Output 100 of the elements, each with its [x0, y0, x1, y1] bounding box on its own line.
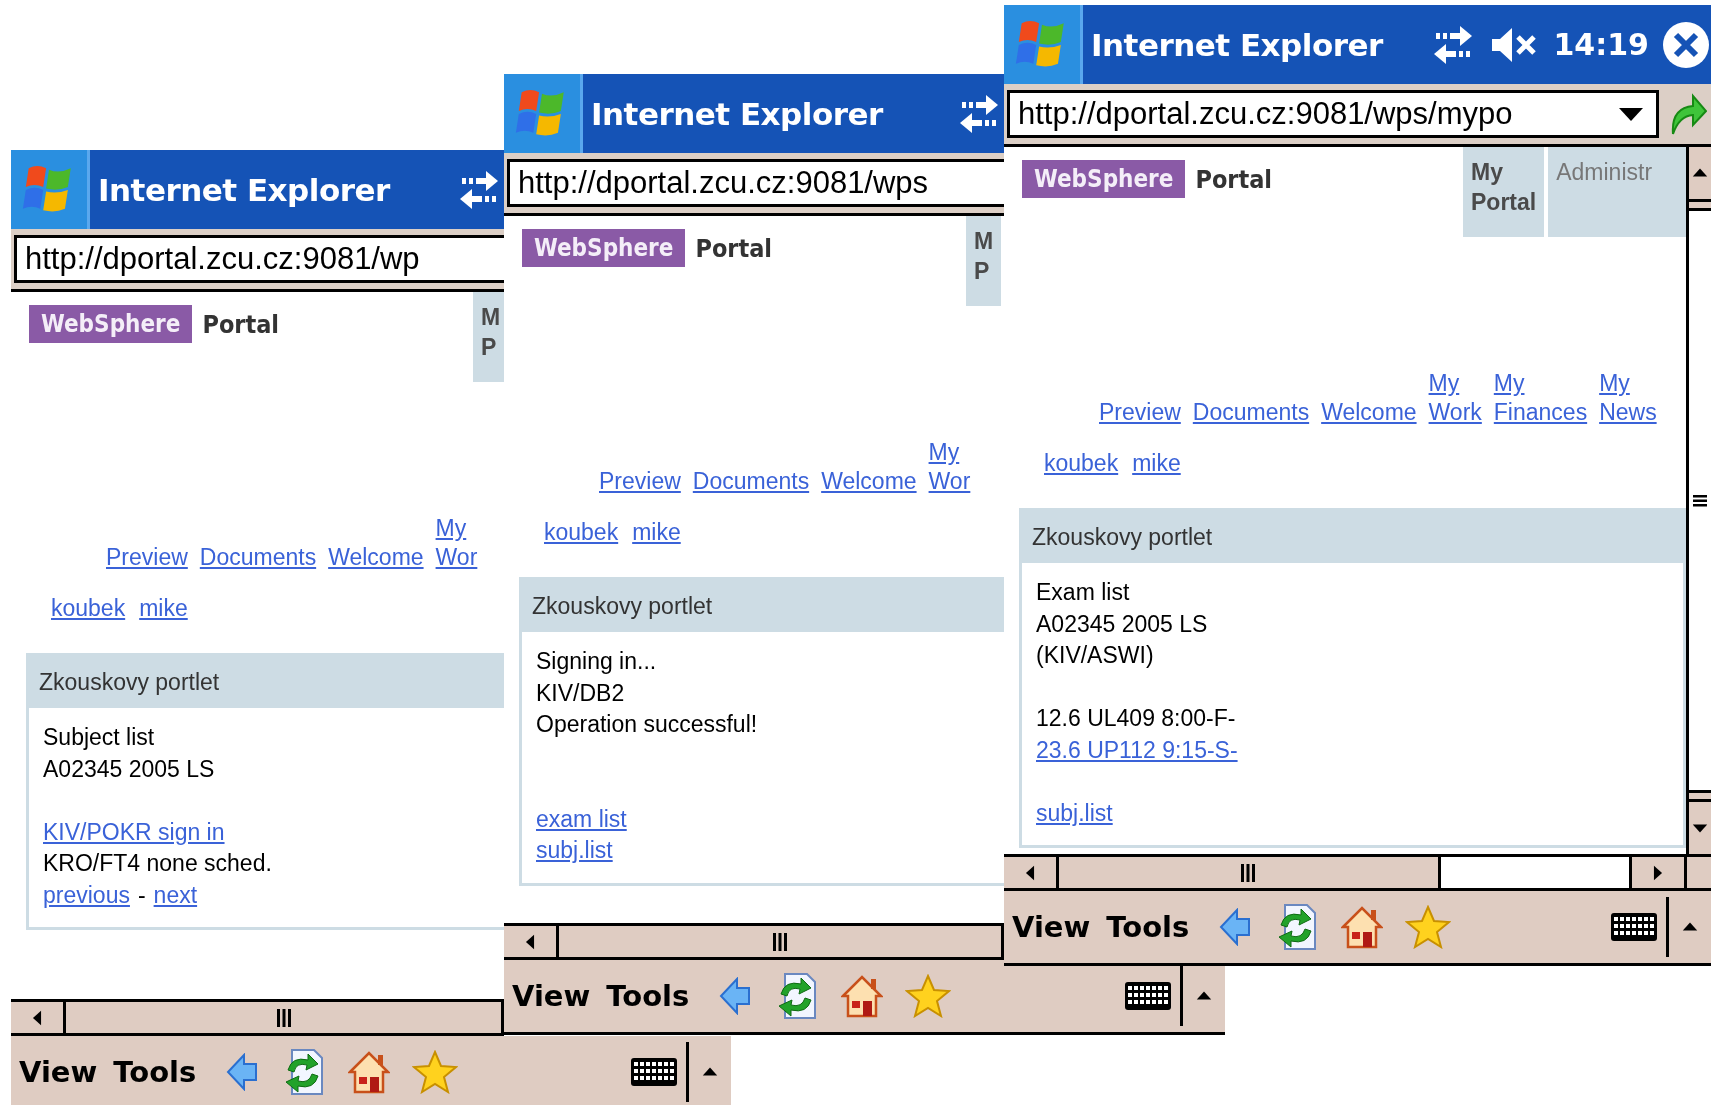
nav-link[interactable]: Preview — [1099, 398, 1181, 427]
address-field[interactable]: http://dportal.zcu.cz:9081/wp — [14, 235, 504, 283]
favorites-star-icon — [905, 974, 952, 1018]
product-name: Portal — [202, 309, 280, 339]
home-button[interactable] — [348, 1050, 391, 1094]
keyboard-icon — [630, 1057, 678, 1087]
user-link[interactable]: mike — [139, 594, 188, 623]
nav-link[interactable]: My Wor — [928, 438, 971, 496]
nav-link[interactable]: My Finances — [1493, 369, 1588, 427]
nav-link[interactable]: My Work — [1428, 369, 1482, 427]
pager-link[interactable]: previous — [43, 879, 130, 911]
menu-item[interactable]: View — [1004, 910, 1099, 944]
portlet-text: 12.6 UL409 8:00-F- — [1036, 704, 1236, 733]
portlet-text: KIV/DB2 — [536, 678, 625, 708]
menu-item[interactable]: Tools — [598, 979, 698, 1013]
product-name: Portal — [1195, 164, 1273, 194]
home-button[interactable] — [841, 974, 884, 1018]
nav-link[interactable]: Documents — [1192, 398, 1310, 427]
scroll-grip-icon — [772, 931, 788, 952]
portlet-title: Zkouskovy portlet — [522, 580, 1004, 632]
menu-item[interactable]: Tools — [105, 1055, 205, 1089]
user-link[interactable]: mike — [1132, 449, 1181, 478]
portlet-text: A02345 2005 LS — [1036, 609, 1208, 639]
portlet-title: Zkouskovy portlet — [29, 656, 504, 708]
brand-logo: WebSphere — [1022, 160, 1186, 198]
go-arrow-icon[interactable] — [1669, 92, 1707, 136]
portlet-text: Operation successful! — [536, 710, 758, 739]
portlet-text: Signing in... — [536, 647, 657, 676]
nav-link[interactable]: Preview — [599, 467, 681, 496]
home-button[interactable] — [1341, 905, 1384, 949]
portal-tab[interactable]: My Portal — [1463, 147, 1545, 237]
portlet-text: Subject list — [43, 723, 155, 752]
nav-link[interactable]: Welcome — [821, 467, 917, 496]
start-button[interactable] — [1004, 5, 1083, 84]
pager-link[interactable]: next — [153, 879, 198, 911]
back-button[interactable] — [1219, 908, 1252, 946]
brand-logo: WebSphere — [29, 305, 193, 343]
back-arrow-icon — [719, 977, 752, 1015]
portlet-link[interactable]: KIV/POKR sign in — [43, 816, 225, 848]
nav-link[interactable]: Welcome — [328, 543, 424, 572]
portlet-link[interactable]: exam list — [536, 803, 627, 835]
nav-link[interactable]: My Wor — [435, 514, 478, 572]
scrollbar-corner — [1684, 857, 1711, 888]
clock: 14:19 — [1553, 27, 1649, 62]
back-button[interactable] — [719, 977, 752, 1015]
nav-link[interactable]: My News — [1599, 369, 1657, 427]
nav-link[interactable]: Documents — [692, 467, 810, 496]
house-icon — [841, 974, 884, 1018]
portlet-link[interactable]: subj.list — [536, 835, 613, 867]
back-arrow-icon — [1219, 908, 1252, 946]
pager-separator: - — [137, 880, 146, 910]
keyboard-icon — [1124, 981, 1172, 1011]
window-title: Internet Explorer — [1091, 26, 1383, 63]
brand-logo: WebSphere — [522, 229, 686, 267]
close-button[interactable] — [1663, 21, 1709, 68]
start-button[interactable] — [11, 150, 90, 229]
window-title: Internet Explorer — [591, 95, 883, 132]
favorites-star-icon — [1405, 905, 1452, 949]
portlet-text: Exam list — [1036, 578, 1130, 607]
back-arrow-icon — [226, 1053, 259, 1091]
user-link[interactable]: mike — [632, 518, 681, 547]
vertical-scrollbar[interactable] — [1686, 147, 1711, 854]
portlet-link[interactable]: 23.6 UP112 9:15-S- — [1036, 734, 1238, 766]
window-title: Internet Explorer — [98, 171, 390, 208]
portal-tab[interactable]: M P — [473, 292, 504, 382]
nav-link[interactable]: Welcome — [1321, 398, 1417, 427]
portal-tab[interactable]: Administr — [1548, 147, 1686, 237]
portlet-link[interactable]: subj.list — [1036, 797, 1113, 829]
menu-item[interactable]: Tools — [1098, 910, 1198, 944]
house-icon — [348, 1050, 391, 1094]
dropdown-arrow-icon[interactable] — [1618, 106, 1644, 122]
product-name: Portal — [695, 233, 773, 263]
back-button[interactable] — [226, 1053, 259, 1091]
menu-item[interactable]: View — [11, 1055, 106, 1089]
user-link[interactable]: koubek — [544, 518, 619, 547]
nav-link[interactable]: Documents — [199, 543, 317, 572]
scroll-grip-icon — [1692, 493, 1708, 508]
address-field[interactable]: http://dportal.zcu.cz:9081/wps/mypo — [1007, 90, 1659, 138]
scroll-grip-icon — [275, 1007, 292, 1028]
horizontal-scrollbar[interactable] — [504, 923, 1004, 960]
portlet-text: KRO/FT4 none sched. — [43, 849, 272, 878]
scroll-left-icon — [523, 932, 537, 951]
portlet-title: Zkouskovy portlet — [1022, 511, 1683, 563]
user-link[interactable]: koubek — [1044, 449, 1119, 478]
menu-item[interactable]: View — [504, 979, 599, 1013]
horizontal-scrollbar[interactable] — [1004, 854, 1711, 891]
nav-link[interactable]: Preview — [106, 543, 188, 572]
portlet-text: A02345 2005 LS — [43, 754, 215, 784]
favorites-star-icon — [412, 1050, 459, 1094]
start-button[interactable] — [504, 74, 583, 153]
user-link[interactable]: koubek — [51, 594, 126, 623]
portlet-text: (KIV/ASWI) — [1036, 641, 1154, 670]
portal-tab[interactable]: M P — [966, 216, 1002, 306]
address-field[interactable]: http://dportal.zcu.cz:9081/wps — [507, 159, 1004, 207]
close-icon — [1672, 30, 1700, 59]
keyboard-icon — [1610, 912, 1658, 942]
house-icon — [1341, 905, 1384, 949]
horizontal-scrollbar[interactable] — [11, 999, 504, 1036]
scroll-grip-icon — [1240, 862, 1257, 883]
scroll-left-icon — [1023, 863, 1037, 882]
